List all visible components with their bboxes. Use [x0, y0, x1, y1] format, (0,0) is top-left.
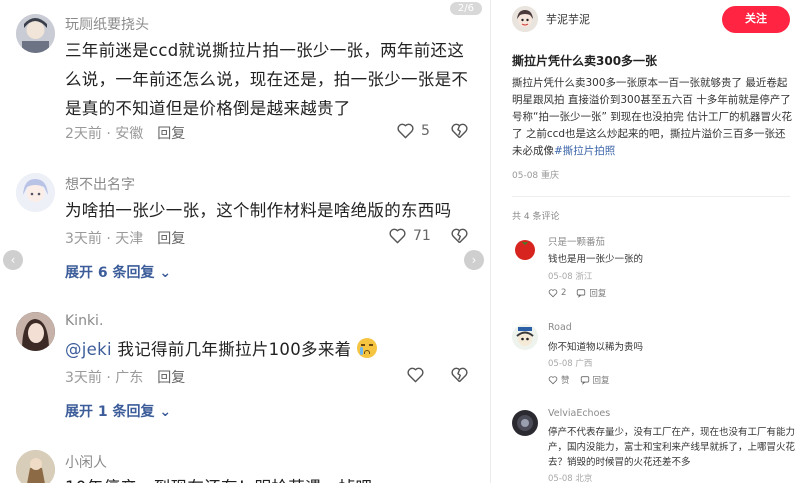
- like-button[interactable]: 赞: [548, 374, 570, 386]
- comment-date: 05-08 北京: [548, 474, 593, 483]
- reply-label: 回复: [592, 376, 610, 386]
- next-image-button[interactable]: ›: [464, 250, 484, 270]
- author-name[interactable]: 芋泥芋泥: [546, 11, 590, 27]
- dislike-button[interactable]: [450, 365, 469, 388]
- comment-text: 你不知道物以稀为贵吗: [548, 342, 644, 353]
- avatar[interactable]: [512, 410, 538, 436]
- comment-count: 共 4 条评论: [512, 212, 560, 222]
- comment-text: 钱也是用一张少一张的: [548, 254, 644, 265]
- chevron-down-icon: ⌄: [159, 404, 172, 420]
- comment-text: 三年前迷是ccd就说撕拉片拍一张少一张，两年前还这么说，一年前还怎么说，现在还是…: [65, 41, 469, 118]
- avatar[interactable]: [16, 450, 55, 483]
- comment-meta: 3天前 · 天津 回复: [65, 228, 185, 248]
- broken-heart-icon: [451, 123, 468, 139]
- panel-divider: [490, 0, 500, 483]
- comment-time: 3天前 · 天津: [65, 231, 144, 247]
- avatar[interactable]: [16, 173, 55, 212]
- comment-body: 我记得前几年撕拉片100多来着: [111, 340, 352, 359]
- post-title: 撕拉片凭什么卖300多一张: [512, 54, 658, 68]
- page-indicator: 2/6: [449, 2, 482, 15]
- comment-actions: 2 回复: [548, 287, 606, 299]
- comment-author[interactable]: Road: [548, 322, 572, 333]
- heart-icon: [548, 376, 558, 385]
- post-detail-panel: 芋泥芋泥 关注 撕拉片凭什么卖300多一张 撕拉片凭什么卖300多一张原本一百一…: [500, 0, 800, 483]
- reply-button[interactable]: 回复: [580, 374, 610, 386]
- comment-author[interactable]: 玩厕纸要挠头: [65, 14, 149, 34]
- prev-image-button[interactable]: ‹: [3, 250, 23, 270]
- like-count: 71: [413, 227, 431, 244]
- heart-icon: [407, 367, 424, 383]
- broken-heart-icon: [451, 367, 468, 383]
- comment-text: 停产不代表存量少，没有工厂在产，现在也没有工厂有能力产，国内没能力，富士和宝利来…: [548, 427, 796, 468]
- expand-replies-label: 展开 1 条回复: [65, 404, 155, 420]
- chevron-left-icon: ‹: [10, 253, 16, 267]
- reply-button[interactable]: 回复: [157, 370, 185, 386]
- comment-meta: 3天前 · 广东 回复: [65, 367, 185, 387]
- hashtag-link[interactable]: #撕拉片拍照: [554, 145, 615, 157]
- follow-button[interactable]: 关注: [722, 6, 790, 33]
- comment-author[interactable]: 只是一颗番茄: [548, 234, 605, 248]
- like-button[interactable]: 71: [388, 226, 431, 245]
- image-viewer: 2/6 玩厕纸要挠头 三年前迷是ccd就说撕拉片拍一张少一张，两年前还这么说，一…: [0, 0, 490, 483]
- expand-replies-label: 展开 6 条回复: [65, 265, 155, 281]
- crying-emoji-icon: [356, 338, 377, 358]
- reply-button[interactable]: 回复: [157, 126, 185, 142]
- dislike-button[interactable]: [450, 121, 469, 144]
- comment-actions: 赞 回复: [548, 374, 610, 386]
- like-button[interactable]: [406, 365, 425, 384]
- broken-heart-icon: [451, 228, 468, 244]
- comment-author[interactable]: Kinki.: [65, 313, 103, 329]
- like-button[interactable]: 2: [548, 288, 566, 298]
- expand-replies-button[interactable]: 展开 6 条回复 ⌄: [65, 262, 171, 282]
- mention-link[interactable]: @jeki: [65, 340, 112, 359]
- dislike-button[interactable]: [450, 226, 469, 249]
- heart-icon: [389, 228, 406, 244]
- comment-text: 10年停产，到现在还有！明抢若遇，掉吧: [65, 473, 472, 483]
- like-button[interactable]: 5: [396, 121, 430, 140]
- reply-label: 回复: [589, 289, 607, 299]
- comment-text: @jeki 我记得前几年撕拉片100多来着: [65, 335, 472, 364]
- comment-author[interactable]: VelviaEchoes: [548, 408, 610, 419]
- like-label: 赞: [561, 376, 570, 386]
- comment-author[interactable]: 想不出名字: [65, 174, 135, 194]
- post-body: 撕拉片凭什么卖300多一张原本一百一张就够贵了 最近卷起明星跟风拍 直接溢价到3…: [512, 75, 794, 160]
- comment-time: 3天前 · 广东: [65, 370, 144, 386]
- expand-replies-button[interactable]: 展开 1 条回复 ⌄: [65, 401, 171, 421]
- comment-meta: 2天前 · 安徽 回复: [65, 123, 185, 143]
- chat-bubble-icon: [577, 289, 586, 298]
- avatar[interactable]: [16, 14, 55, 53]
- divider: [512, 196, 790, 197]
- like-count: 2: [561, 288, 567, 298]
- avatar[interactable]: [512, 236, 538, 262]
- comment-author[interactable]: 小闲人: [65, 452, 107, 472]
- reply-button[interactable]: 回复: [576, 287, 606, 299]
- comment-text: 为啥拍一张少一张，这个制作材料是啥绝版的东西吗: [65, 201, 452, 220]
- comment-date: 05-08 浙江: [548, 272, 593, 282]
- chevron-down-icon: ⌄: [159, 265, 172, 281]
- heart-icon: [548, 289, 558, 298]
- heart-icon: [397, 123, 414, 139]
- chevron-right-icon: ›: [471, 253, 477, 267]
- post-author[interactable]: 芋泥芋泥: [512, 6, 590, 32]
- comment-time: 2天前 · 安徽: [65, 126, 144, 142]
- avatar[interactable]: [512, 324, 538, 350]
- comment-date: 05-08 广西: [548, 359, 593, 369]
- chat-bubble-icon: [580, 376, 589, 385]
- author-avatar[interactable]: [512, 6, 538, 32]
- avatar[interactable]: [16, 312, 55, 351]
- reply-button[interactable]: 回复: [157, 231, 185, 247]
- post-date-location: 05-08 重庆: [512, 171, 560, 181]
- like-count: 5: [421, 122, 430, 139]
